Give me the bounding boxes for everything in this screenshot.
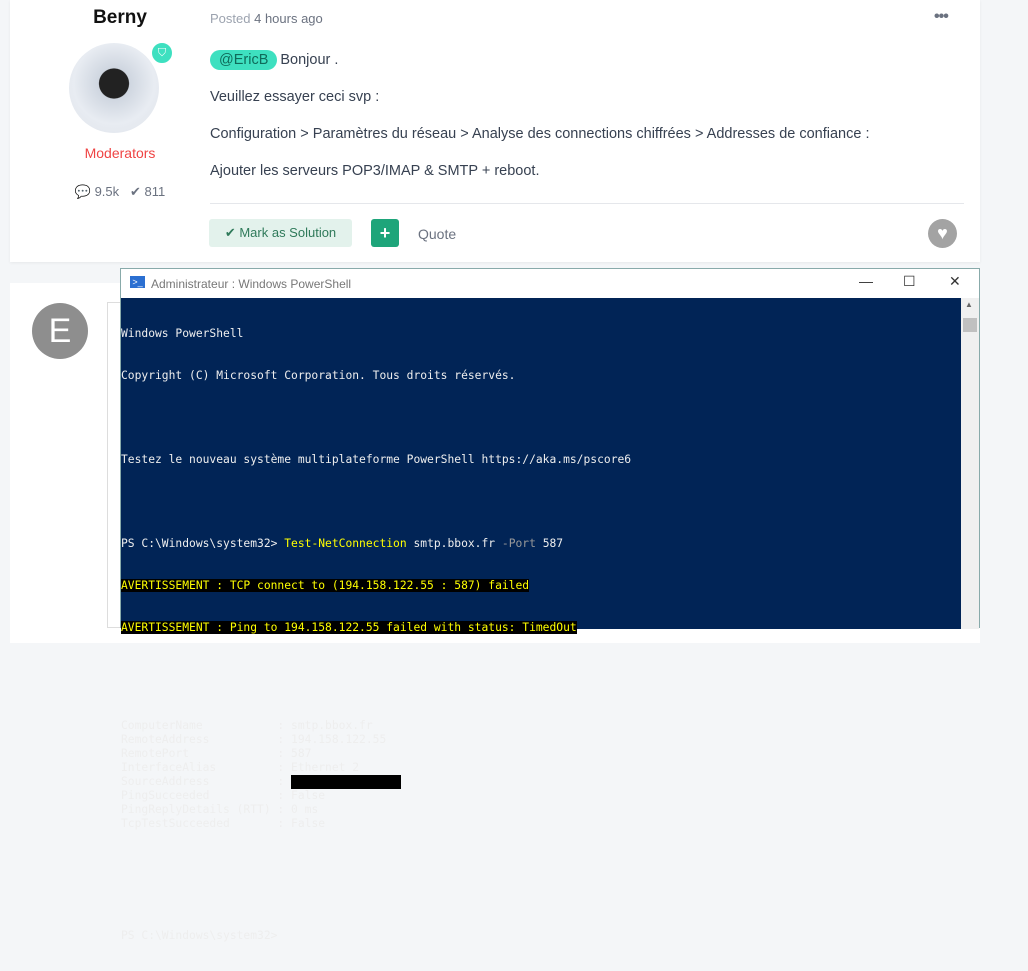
author-stats: 💬 9.5k ✔ 811 xyxy=(10,184,230,200)
mark-as-solution-button[interactable]: ✔ Mark as Solution xyxy=(209,219,352,247)
maximize-icon[interactable]: ☐ xyxy=(903,273,916,290)
result-row: SourceAddress : xyxy=(121,775,961,789)
warning-line: AVERTISSEMENT : TCP connect to (194.158.… xyxy=(121,579,530,592)
like-heart-icon[interactable]: ♥ xyxy=(928,219,957,248)
comment-icon: 💬 xyxy=(74,184,91,199)
post-line: Configuration > Paramètres du réseau > A… xyxy=(210,126,870,142)
check-circle-icon: ✔ xyxy=(129,184,141,199)
result-row: PingSucceeded : False xyxy=(121,789,326,802)
result-row: PingReplyDetails (RTT) : 0 ms xyxy=(121,803,319,816)
result-row: TcpTestSucceeded : False xyxy=(121,817,326,830)
window-title: Administrateur : Windows PowerShell xyxy=(151,277,352,291)
result-row: RemoteAddress : 194.158.122.55 xyxy=(121,733,387,746)
title-bar[interactable]: >_ Administrateur : Windows PowerShell —… xyxy=(121,269,979,298)
multiquote-plus-button[interactable]: + xyxy=(371,219,399,247)
minimize-icon[interactable]: — xyxy=(859,273,873,289)
mention-link[interactable]: @EricB xyxy=(210,50,278,70)
post-line: Bonjour . xyxy=(280,52,339,68)
powershell-icon: >_ xyxy=(130,276,145,288)
command-line: PS C:\Windows\system32> Test-NetConnecti… xyxy=(121,537,564,550)
console-line: Copyright (C) Microsoft Corporation. Tou… xyxy=(121,369,516,382)
post-line: Veuillez essayer ceci svp : xyxy=(210,89,380,105)
console-line: Windows PowerShell xyxy=(121,327,244,340)
avatar[interactable] xyxy=(69,43,159,133)
scrollbar-thumb[interactable] xyxy=(963,318,977,332)
posts-count: 9.5k xyxy=(94,184,120,199)
reply-avatar[interactable]: E xyxy=(32,303,88,359)
result-row: InterfaceAlias : Ethernet 2 xyxy=(121,761,360,774)
powershell-window: >_ Administrateur : Windows PowerShell —… xyxy=(120,268,980,942)
post-body: @EricB Bonjour . Veuillez essayer ceci sv… xyxy=(210,50,870,200)
console-prompt: PS C:\Windows\system32> xyxy=(121,929,278,942)
posted-time: Posted 4 hours ago xyxy=(210,11,323,26)
console-output[interactable]: Windows PowerShell Copyright (C) Microso… xyxy=(121,298,961,942)
quote-button[interactable]: Quote xyxy=(418,226,456,242)
moderator-shield-icon: ⛉ xyxy=(150,41,174,65)
divider xyxy=(210,203,964,204)
console-line: Testez le nouveau système multiplateform… xyxy=(121,453,632,466)
more-options-icon[interactable]: ••• xyxy=(934,8,949,26)
author-name[interactable]: Berny xyxy=(10,7,230,29)
scrollbar[interactable]: ▲ xyxy=(961,298,979,629)
author-role: Moderators xyxy=(84,145,156,161)
close-icon[interactable]: ✕ xyxy=(949,273,961,290)
post-line: Ajouter les serveurs POP3/IMAP & SMTP + … xyxy=(210,163,540,179)
post-card: Berny ⛉ Moderators 💬 9.5k ✔ 811 Posted 4… xyxy=(10,0,980,262)
result-row: ComputerName : smtp.bbox.fr xyxy=(121,719,373,732)
result-row: RemotePort : 587 xyxy=(121,747,312,760)
solutions-count: 811 xyxy=(144,184,166,199)
redacted-value xyxy=(291,775,402,789)
